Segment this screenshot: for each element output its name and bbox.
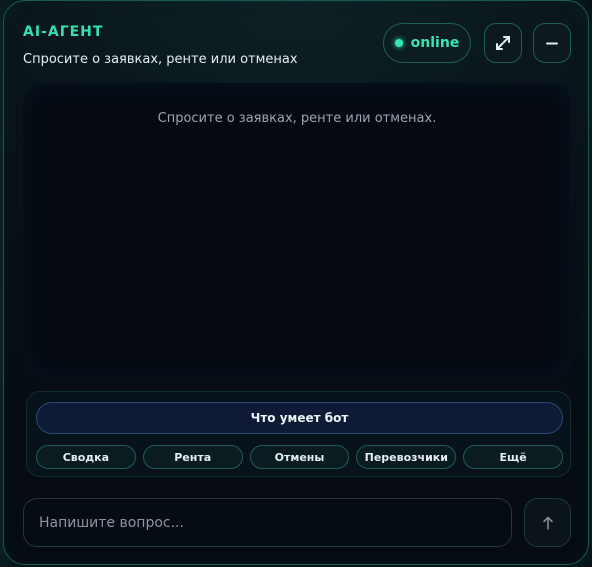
chat-messages-area[interactable]: Спросите о заявках, ренте или отменах. [23,83,571,378]
status-dot-icon [394,39,403,47]
quick-more-button[interactable]: Ещё [463,445,563,469]
panel-title: AI-АГЕНТ [23,24,104,40]
quick-actions-panel: Что умеет бот Сводка Рента Отмены Перево… [26,391,571,477]
status-badge: online [383,23,471,63]
minimize-icon [546,42,558,45]
quick-carriers-button[interactable]: Перевозчики [356,445,457,469]
quick-rent-button[interactable]: Рента [142,445,243,469]
status-label: online [410,35,460,51]
expand-icon [496,36,510,50]
quick-summary-button[interactable]: Сводка [36,445,136,469]
chat-empty-hint: Спросите о заявках, ренте или отменах. [157,111,437,126]
bot-capabilities-button[interactable]: Что умеет бот [36,402,563,434]
minimize-button[interactable] [533,23,571,63]
quick-actions-row: Сводка Рента Отмены Перевозчики Ещё [36,445,563,469]
send-button[interactable] [524,498,571,547]
quick-cancellations-button[interactable]: Отмены [249,445,350,469]
arrow-up-icon [542,516,553,530]
panel-subtitle: Спросите о заявках, ренте или отменах [23,52,298,67]
expand-button[interactable] [484,23,522,63]
question-input[interactable] [23,498,512,547]
ai-agent-panel: AI-АГЕНТ Спросите о заявках, ренте или о… [3,0,589,565]
